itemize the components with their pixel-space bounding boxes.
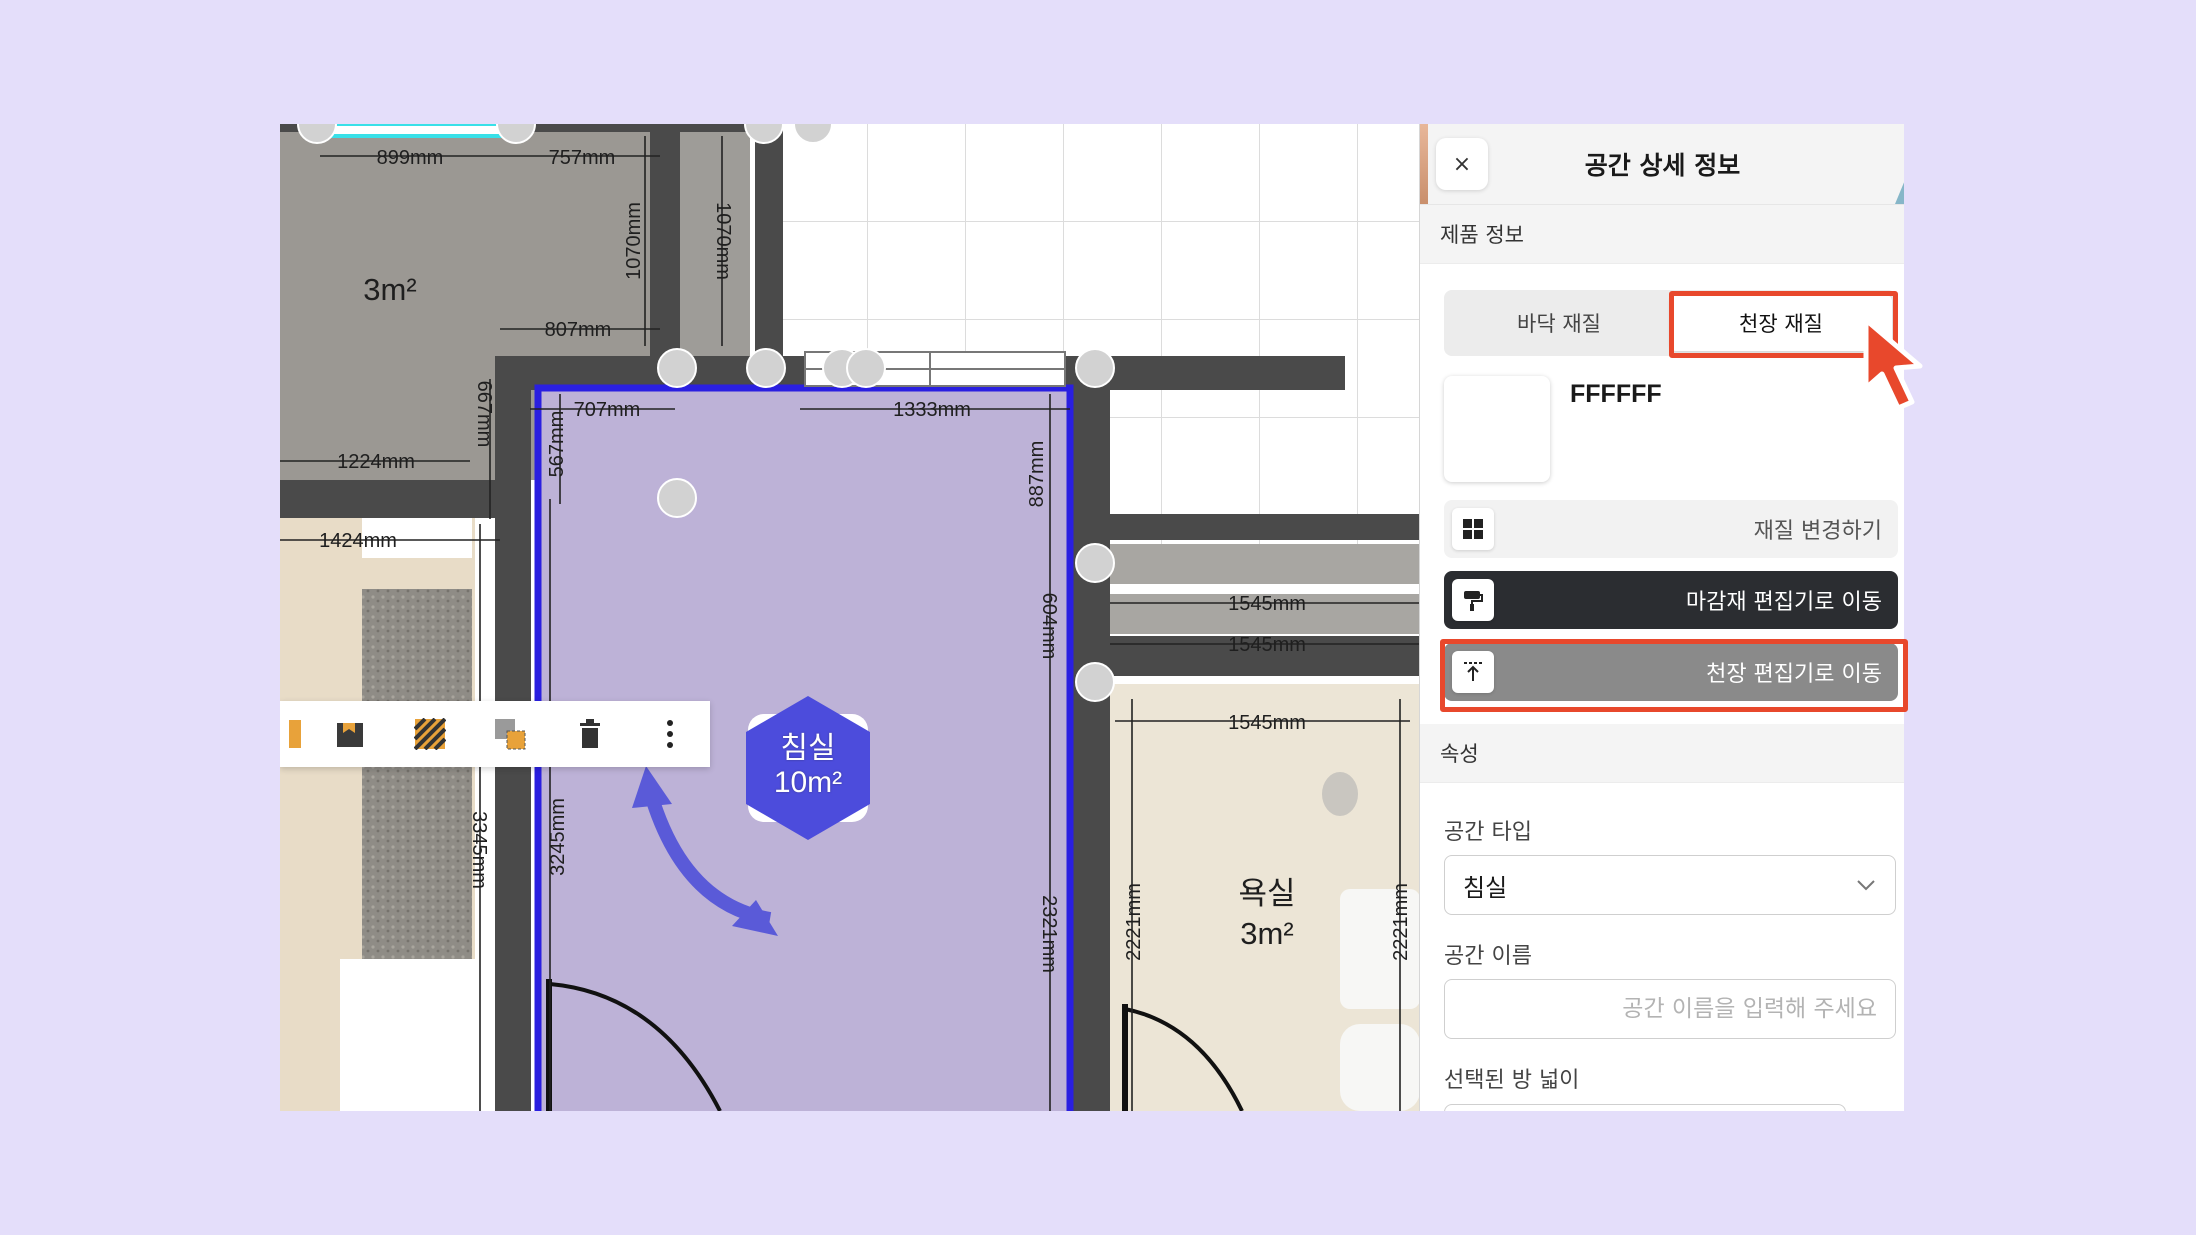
floating-toolbar bbox=[280, 701, 710, 767]
screenshot-frame: 899mm 757mm 1070mm 1070mm 807mm 707mm 13… bbox=[280, 124, 1904, 1111]
dim-807: 807mm bbox=[545, 319, 612, 341]
floor-material-icon bbox=[337, 723, 363, 747]
paint-roller-icon bbox=[1452, 579, 1494, 621]
close-icon: × bbox=[1452, 151, 1472, 177]
dim-2221-a: 2221mm bbox=[1123, 883, 1145, 961]
toolbar-delete-button[interactable] bbox=[550, 701, 630, 767]
dim-667: 667mm bbox=[473, 381, 495, 448]
dim-2221-b: 2221mm bbox=[1390, 883, 1412, 961]
grid-icon bbox=[1452, 508, 1494, 550]
floor-plan-canvas[interactable]: 899mm 757mm 1070mm 1070mm 807mm 707mm 13… bbox=[280, 124, 1420, 1111]
highlight-ceiling-editor-button bbox=[1440, 639, 1908, 712]
chevron-down-icon bbox=[1857, 880, 1875, 891]
change-material-button[interactable]: 재질 변경하기 bbox=[1444, 500, 1898, 558]
toolbar-pattern-button[interactable] bbox=[390, 701, 470, 767]
dim-887: 887mm bbox=[1026, 441, 1048, 508]
dim-2321: 2321mm bbox=[1038, 895, 1060, 973]
partial-icon bbox=[289, 720, 301, 748]
trash-icon bbox=[580, 719, 600, 748]
dim-757: 757mm bbox=[549, 147, 616, 169]
space-name-label: 공간 이름 bbox=[1444, 944, 1532, 969]
space-type-value: 침실 bbox=[1463, 873, 1508, 902]
toolbar-copy-style-button[interactable] bbox=[470, 701, 550, 767]
dim-899: 899mm bbox=[377, 147, 444, 169]
dim-1224: 1224mm bbox=[337, 451, 415, 473]
color-swatch bbox=[1444, 376, 1550, 482]
space-name-input[interactable] bbox=[1444, 979, 1896, 1039]
room-width-field[interactable] bbox=[1444, 1104, 1846, 1111]
product-info-section-title: 제품 정보 bbox=[1420, 205, 1904, 264]
dim-707: 707mm bbox=[574, 399, 641, 421]
tab-floor-material[interactable]: 바닥 재질 bbox=[1448, 295, 1670, 351]
panel-title: 공간 상세 정보 bbox=[1584, 151, 1741, 180]
dim-3345: 3345mm bbox=[468, 811, 490, 889]
toolbar-more-button[interactable] bbox=[630, 701, 710, 767]
dim-1545-a: 1545mm bbox=[1228, 593, 1306, 615]
dim-1424: 1424mm bbox=[319, 530, 397, 552]
finish-editor-label: 마감재 편집기로 이동 bbox=[1685, 590, 1882, 615]
finish-editor-button[interactable]: 마감재 편집기로 이동 bbox=[1444, 571, 1898, 629]
selected-room-badge[interactable]: 침실 10m² bbox=[740, 692, 876, 844]
selected-room-name: 침실 bbox=[780, 732, 836, 765]
color-code-label: FFFFFF bbox=[1570, 380, 1662, 408]
change-material-label: 재질 변경하기 bbox=[1753, 519, 1882, 544]
bathroom-name-label: 욕실 bbox=[1238, 876, 1295, 911]
dim-1070-b: 1070mm bbox=[712, 202, 734, 280]
space-detail-panel: × 공간 상세 정보 제품 정보 바닥 재질 천장 재질 FFFFFF 재질 변… bbox=[1419, 124, 1904, 1111]
pointer-cursor-icon bbox=[1862, 316, 1932, 416]
dim-604: 604mm bbox=[1038, 593, 1060, 660]
room-width-label: 선택된 방 넓이 bbox=[1444, 1068, 1580, 1093]
header-decoration bbox=[1420, 124, 1428, 204]
space-type-select[interactable]: 침실 bbox=[1444, 855, 1896, 915]
dim-1545-c: 1545mm bbox=[1228, 712, 1306, 734]
dim-1333: 1333mm bbox=[893, 399, 971, 421]
dim-1070-a: 1070mm bbox=[623, 202, 645, 280]
bathroom-area-label: 3m² bbox=[1240, 916, 1293, 951]
hatch-pattern-icon bbox=[414, 718, 446, 750]
copy-style-icon bbox=[495, 719, 526, 750]
close-button[interactable]: × bbox=[1436, 138, 1488, 190]
toolbar-partial-button[interactable] bbox=[280, 701, 310, 767]
dim-3245: 3245mm bbox=[547, 798, 569, 876]
toolbar-floor-button[interactable] bbox=[310, 701, 390, 767]
header-decoration-corner bbox=[1895, 180, 1904, 204]
more-icon bbox=[667, 720, 673, 748]
panel-header: × 공간 상세 정보 bbox=[1420, 124, 1904, 205]
dim-1545-b: 1545mm bbox=[1228, 634, 1306, 656]
space-type-label: 공간 타입 bbox=[1444, 820, 1532, 845]
dim-567: 567mm bbox=[546, 411, 568, 478]
attributes-section-title: 속성 bbox=[1420, 724, 1904, 783]
room-small-area-label: 3m² bbox=[363, 272, 416, 307]
selected-room-area: 10m² bbox=[773, 766, 843, 799]
